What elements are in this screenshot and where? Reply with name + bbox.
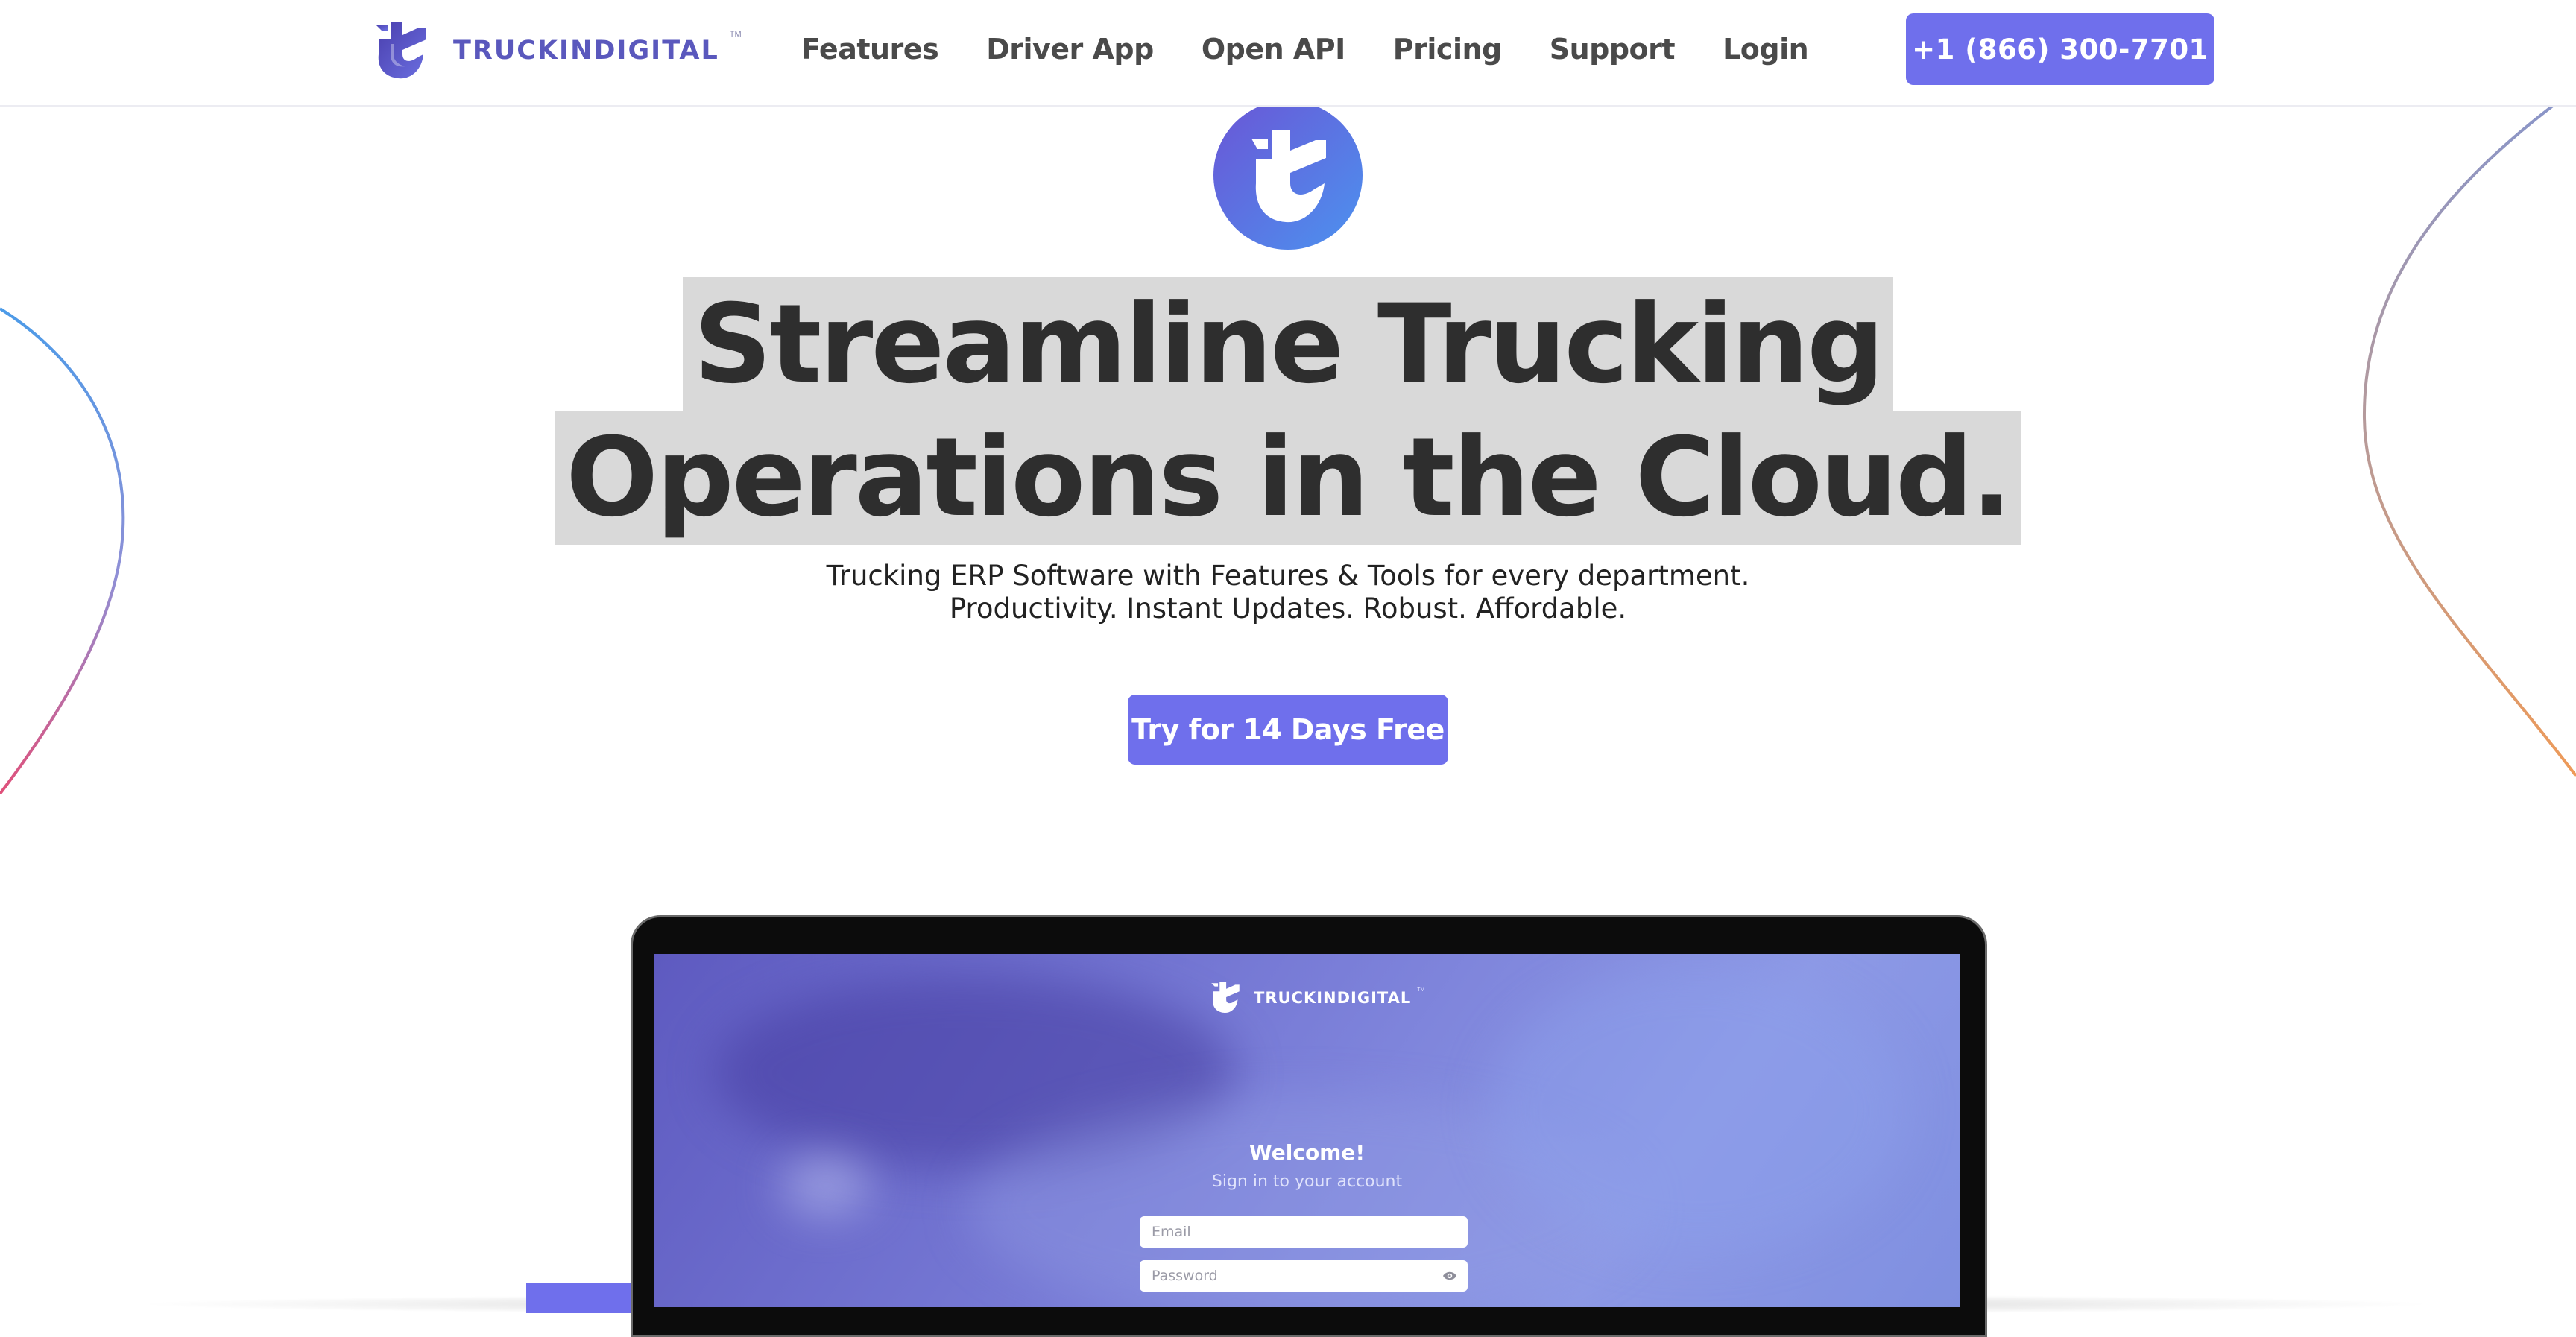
mockup-brand-trademark: TM	[1417, 987, 1425, 993]
nav-pricing[interactable]: Pricing	[1393, 30, 1502, 69]
email-placeholder: Email	[1152, 1224, 1191, 1240]
truckindigital-badge-icon	[1213, 101, 1363, 250]
headline-text-2: Operations in the Cloud.	[555, 411, 2021, 545]
eye-icon[interactable]	[1442, 1269, 1457, 1283]
nav-login[interactable]: Login	[1723, 30, 1809, 69]
mockup-signin-subtitle: Sign in to your account	[1211, 1172, 1403, 1191]
mockup-password-field[interactable]: Password	[1140, 1260, 1468, 1292]
headline-line-1: Streamline Trucking	[0, 277, 2576, 411]
mockup-email-field[interactable]: Email	[1140, 1216, 1468, 1248]
headline-text-1: Streamline Trucking	[683, 277, 1893, 411]
nav-driver-app[interactable]: Driver App	[986, 30, 1154, 69]
brand-trademark: TM	[729, 30, 742, 39]
subheadline-line-1: Trucking ERP Software with Features & To…	[826, 560, 1750, 592]
free-trial-button[interactable]: Try for 14 Days Free	[1128, 695, 1448, 765]
brand-name: TRUCKINDIGITAL	[453, 36, 719, 66]
site-header: TRUCKINDIGITAL TM Features Driver App Op…	[0, 0, 2576, 107]
accent-block	[526, 1283, 645, 1313]
phone-button[interactable]: +1 (866) 300-7701	[1906, 13, 2214, 85]
password-placeholder: Password	[1152, 1268, 1218, 1284]
mockup-logo-icon	[1211, 982, 1240, 1014]
mockup-brand-name: TRUCKINDIGITAL	[1254, 988, 1412, 1007]
laptop-screen: TRUCKINDIGITAL TM Welcome! Sign in to yo…	[654, 954, 1960, 1307]
nav-support[interactable]: Support	[1550, 30, 1676, 69]
subheadline-line-2: Productivity. Instant Updates. Robust. A…	[949, 592, 1627, 625]
mockup-welcome-title: Welcome!	[1248, 1140, 1366, 1165]
nav-open-api[interactable]: Open API	[1202, 30, 1345, 69]
truckindigital-logo-icon	[376, 22, 426, 79]
main-nav: Features Driver App Open API Pricing Sup…	[801, 30, 1856, 69]
headline-line-2: Operations in the Cloud.	[0, 411, 2576, 545]
brand-logo[interactable]: TRUCKINDIGITAL TM	[374, 21, 742, 80]
mockup-brand-logo: TRUCKINDIGITAL TM	[1210, 982, 1424, 1014]
nav-features[interactable]: Features	[801, 30, 939, 69]
